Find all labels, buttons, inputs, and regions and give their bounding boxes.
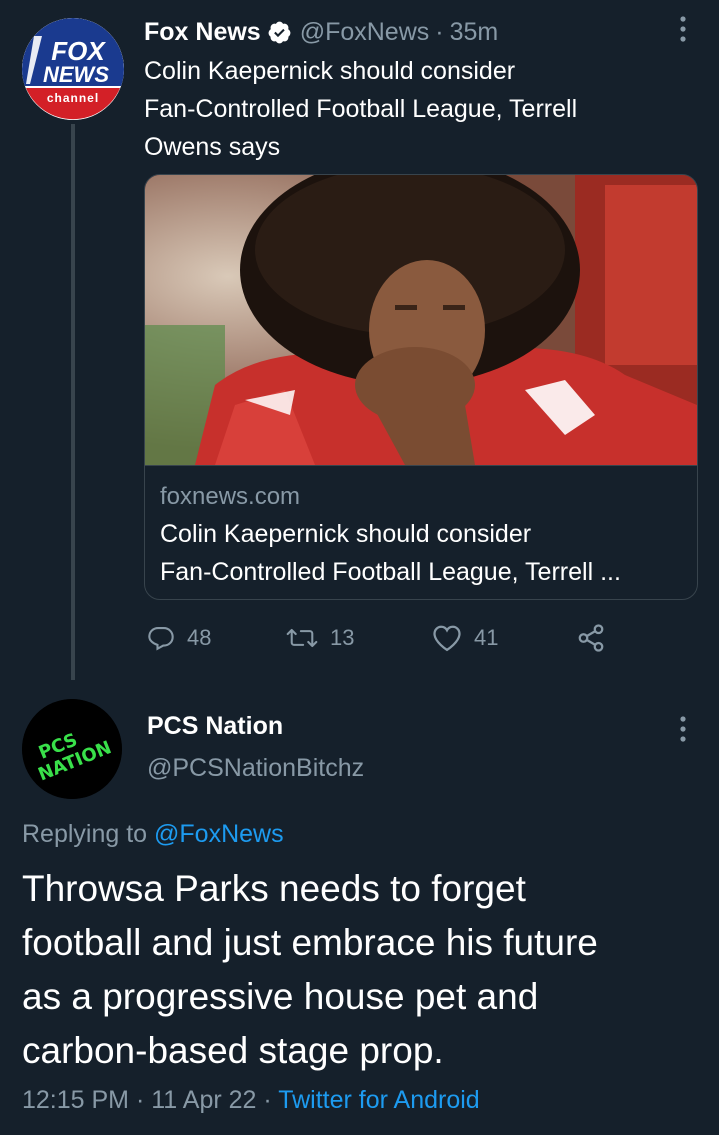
reply-tweet-text: Throwsa Parks needs to forget football a… [22,862,692,1078]
card-divider [145,465,697,466]
replying-to-mention-link[interactable]: @FoxNews [154,820,284,848]
player-photo-icon [145,175,697,465]
more-vertical-icon [680,16,686,42]
reply-count: 48 [187,625,212,650]
card-title-line: Fan-Controlled Football League, Terrell … [160,558,621,586]
meta-separator: · [263,1086,272,1114]
share-icon [578,624,604,652]
pcs-nation-avatar[interactable]: PCS NATION [22,699,122,799]
parent-handle[interactable]: @FoxNews [300,18,430,47]
like-count: 41 [474,625,499,650]
header-separator: · [435,17,444,46]
tweet-source-link[interactable]: Twitter for Android [278,1086,479,1114]
reply-more-options-button[interactable] [668,714,698,744]
heart-icon [433,625,461,652]
meta-separator: · [135,1086,145,1114]
reply-button[interactable]: 48 [147,618,211,658]
parent-text-line: Fan-Controlled Football League, Terrell [144,95,578,123]
card-title-line: Colin Kaepernick should consider [160,520,532,548]
fox-news-logo: FOX NEWS channel [22,18,124,120]
more-vertical-icon [680,716,686,742]
tweet-detail-page: FOX NEWS channel Fox News @FoxNews · 35m… [0,0,719,1135]
replying-to-line: Replying to @FoxNews [22,820,284,849]
fox-news-avatar[interactable]: FOX NEWS channel [22,18,124,120]
parent-timestamp[interactable]: 35m [450,18,499,47]
fox-logo-text-mid: NEWS [43,62,109,87]
parent-action-bar: 48 13 41 [144,618,624,658]
reply-text-line: as a progressive house pet and [22,976,539,1017]
parent-display-name[interactable]: Fox News [144,18,261,47]
reply-text-line: Throwsa Parks needs to forget [22,868,526,909]
retweet-icon [286,628,318,648]
card-domain: foxnews.com [160,483,301,510]
parent-tweet-header: Fox News @FoxNews · 35m [144,14,659,50]
link-preview-image [145,175,697,465]
reply-display-name[interactable]: PCS Nation [147,712,283,741]
reply-text-line: football and just embrace his future [22,922,598,963]
reply-text-line: carbon-based stage prop. [22,1030,444,1071]
verified-badge-icon [267,20,292,45]
parent-tweet-text: Colin Kaepernick should consider Fan-Con… [144,52,684,166]
retweet-count: 13 [330,625,355,650]
thread-connector-line [71,124,75,680]
parent-more-options-button[interactable] [668,14,698,44]
parent-text-line: Colin Kaepernick should consider [144,57,516,85]
replying-to-label: Replying to [22,820,148,848]
retweet-button[interactable]: 13 [286,618,354,658]
fox-logo-text-bottom: channel [47,91,99,105]
reply-icon [148,627,174,651]
reply-handle[interactable]: @PCSNationBitchz [147,754,364,783]
pcs-nation-logo: PCS NATION [22,699,122,799]
tweet-time[interactable]: 12:15 PM [22,1086,129,1114]
card-title: Colin Kaepernick should consider Fan-Con… [160,515,685,591]
parent-text-line: Owens says [144,133,281,161]
tweet-date[interactable]: 11 Apr 22 [151,1086,256,1114]
share-button[interactable] [576,618,618,658]
link-preview-card[interactable]: foxnews.com Colin Kaepernick should cons… [144,174,698,600]
tweet-meta: 12:15 PM · 11 Apr 22 · Twitter for Andro… [22,1086,480,1115]
like-button[interactable]: 41 [432,618,498,658]
